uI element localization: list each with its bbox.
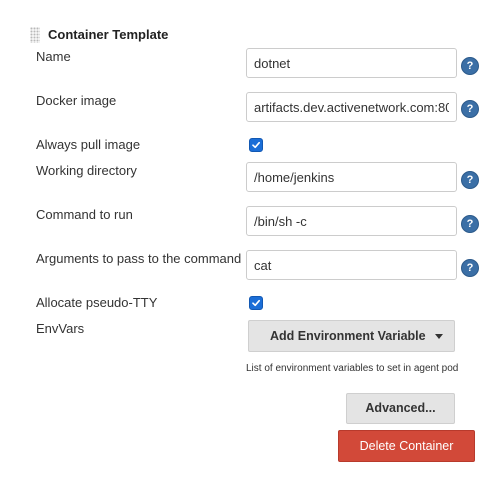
working-directory-input[interactable] [246, 162, 457, 192]
envvars-description: List of environment variables to set in … [246, 363, 459, 374]
always-pull-label: Always pull image [36, 137, 141, 152]
arguments-label: Arguments to pass to the command [36, 251, 242, 266]
always-pull-checkbox[interactable] [249, 138, 263, 152]
section-title: Container Template [48, 27, 169, 42]
command-help-icon[interactable]: ? [461, 215, 479, 233]
arguments-input[interactable] [246, 250, 457, 280]
tty-checkbox[interactable] [249, 296, 263, 310]
delete-container-button[interactable]: Delete Container [338, 430, 475, 462]
arguments-help-icon[interactable]: ? [461, 259, 479, 277]
working-directory-help-icon[interactable]: ? [461, 171, 479, 189]
working-directory-label: Working directory [36, 163, 137, 178]
advanced-button[interactable]: Advanced... [346, 393, 455, 424]
command-label: Command to run [36, 207, 133, 222]
add-environment-variable-label: Add Environment Variable [270, 329, 426, 343]
command-input[interactable] [246, 206, 457, 236]
name-help-icon[interactable]: ? [461, 57, 479, 75]
docker-image-help-icon[interactable]: ? [461, 100, 479, 118]
check-icon [252, 141, 260, 149]
envvars-label: EnvVars [36, 321, 85, 336]
tty-label: Allocate pseudo-TTY [36, 295, 158, 310]
add-environment-variable-button[interactable]: Add Environment Variable [248, 320, 455, 352]
caret-down-icon[interactable] [435, 334, 443, 339]
docker-image-label: Docker image [36, 93, 117, 108]
name-label: Name [36, 49, 71, 64]
check-icon [252, 299, 260, 307]
drag-handle-icon[interactable] [30, 27, 40, 43]
name-input[interactable] [246, 48, 457, 78]
docker-image-input[interactable] [246, 92, 457, 122]
